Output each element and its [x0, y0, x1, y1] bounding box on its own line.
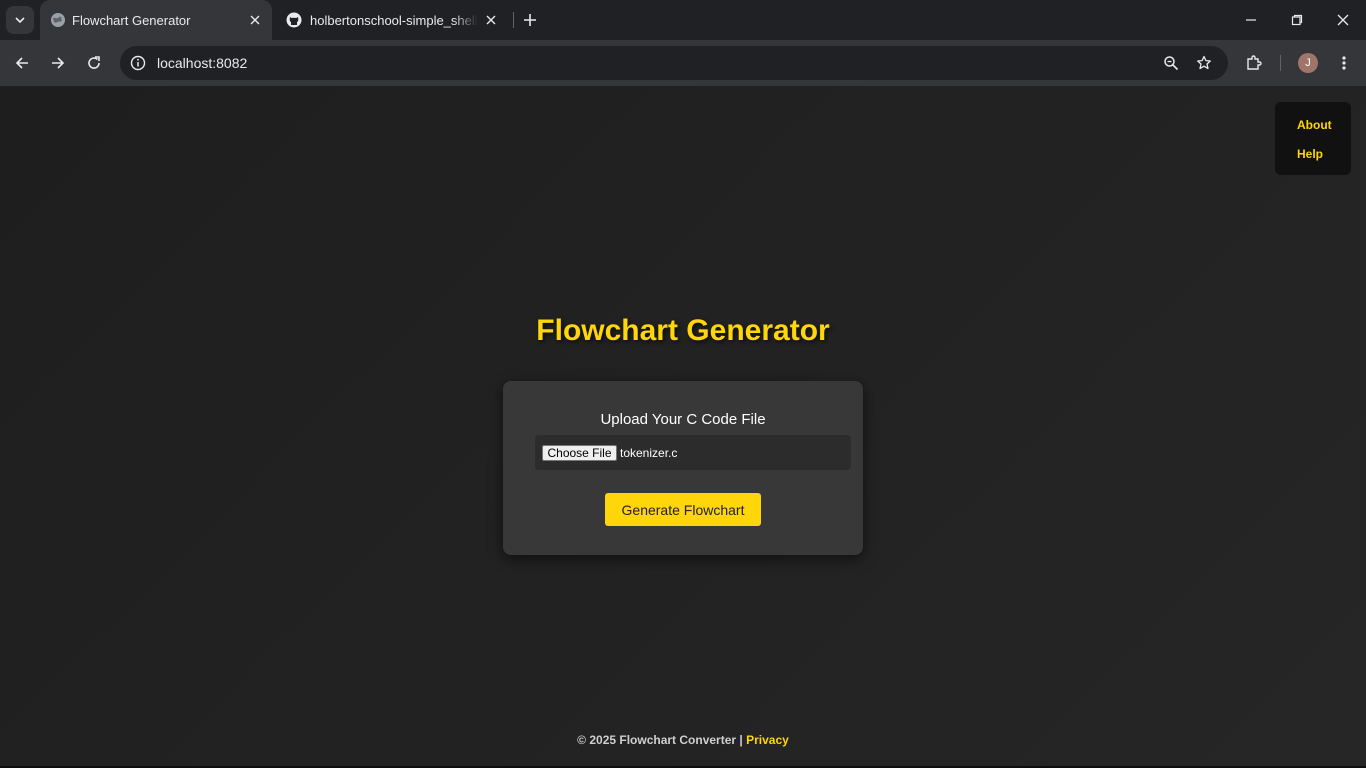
more-vert-icon — [1342, 56, 1346, 70]
close-window-button[interactable] — [1320, 0, 1366, 40]
extensions-button[interactable] — [1240, 49, 1268, 77]
browser-toolbar: localhost:8082 J — [0, 40, 1366, 86]
close-tab-icon[interactable] — [246, 11, 264, 29]
arrow-left-icon — [15, 57, 28, 69]
restore-button[interactable] — [1274, 0, 1320, 40]
tab-title: holbertonschool-simple_shell/p — [310, 13, 478, 28]
arrow-right-icon — [52, 57, 65, 69]
new-tab-button[interactable] — [520, 10, 540, 30]
page-title: Flowchart Generator — [536, 314, 830, 347]
restore-icon — [1291, 14, 1303, 26]
back-button[interactable] — [8, 49, 36, 77]
tab-github[interactable]: holbertonschool-simple_shell/p — [276, 0, 508, 40]
puzzle-icon — [1247, 55, 1262, 70]
choose-file-button[interactable]: Choose File — [542, 445, 617, 461]
forward-button[interactable] — [44, 49, 72, 77]
reload-button[interactable] — [80, 49, 108, 77]
globe-icon — [51, 13, 65, 27]
footer: © 2025 Flowchart Converter | Privacy — [0, 733, 1366, 747]
profile-avatar[interactable]: J — [1298, 53, 1318, 73]
reload-icon — [88, 56, 100, 69]
bookmark-star-icon[interactable] — [1194, 53, 1214, 73]
help-link[interactable]: Help — [1297, 147, 1323, 161]
upload-label: Upload Your C Code File — [600, 411, 766, 428]
tab-flowchart-generator[interactable]: Flowchart Generator — [40, 0, 272, 40]
side-menu: About Help — [1275, 102, 1351, 175]
minimize-icon — [1246, 19, 1256, 21]
address-bar[interactable]: localhost:8082 — [120, 46, 1228, 80]
close-tab-icon[interactable] — [482, 11, 500, 29]
github-icon — [286, 12, 302, 28]
selected-file-name: tokenizer.c — [620, 446, 678, 460]
upload-card: Upload Your C Code File Choose File toke… — [503, 381, 863, 555]
about-link[interactable]: About — [1297, 118, 1332, 132]
browser-tabstrip: Flowchart Generator holbertonschool-simp… — [0, 0, 1366, 40]
zoom-icon[interactable] — [1161, 53, 1181, 73]
tab-title: Flowchart Generator — [72, 13, 191, 28]
tab-separator — [513, 12, 514, 28]
menu-button[interactable] — [1330, 49, 1358, 77]
page-content: About Help Flowchart Generator Upload Yo… — [0, 86, 1366, 766]
tab-search-button[interactable] — [6, 6, 34, 34]
close-icon — [1337, 14, 1349, 26]
chevron-down-icon — [15, 17, 25, 24]
plus-icon — [524, 14, 536, 26]
minimize-button[interactable] — [1228, 0, 1274, 40]
generate-flowchart-button[interactable]: Generate Flowchart — [605, 493, 761, 526]
toolbar-separator — [1280, 55, 1281, 71]
file-input[interactable]: Choose File tokenizer.c — [535, 435, 851, 470]
url-text[interactable]: localhost:8082 — [157, 55, 247, 71]
site-info-icon[interactable] — [128, 53, 148, 73]
footer-copyright: © 2025 Flowchart Converter | — [577, 733, 743, 747]
privacy-link[interactable]: Privacy — [746, 733, 789, 747]
